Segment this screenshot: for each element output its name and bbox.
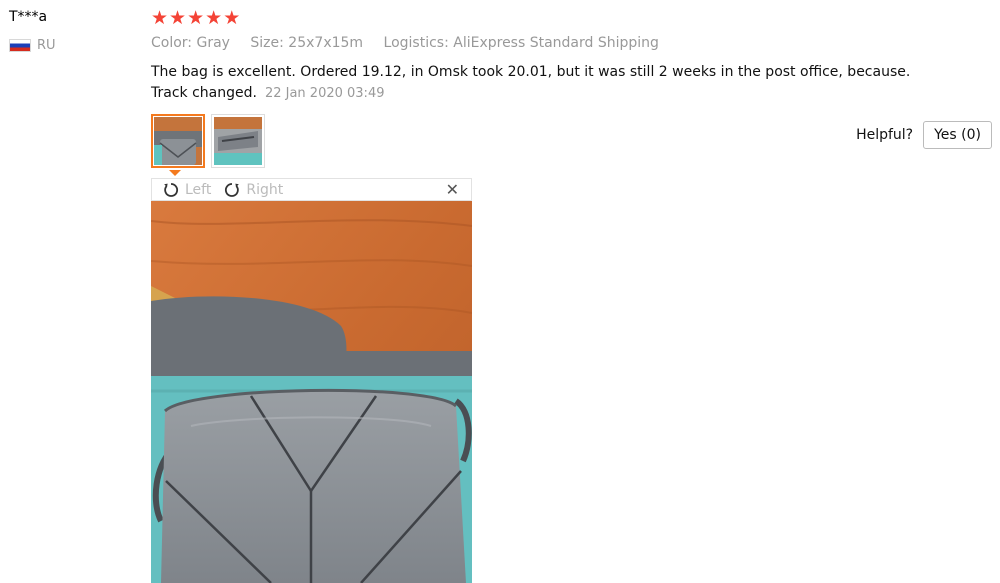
star-icon: ★ [187, 7, 205, 29]
gray-bag-photo [151, 201, 472, 583]
review-photo-large [151, 201, 472, 583]
attribute-color: Color: Gray [151, 35, 230, 51]
review-photo-thumbnails [151, 114, 265, 168]
rotate-left-button[interactable]: Left [162, 181, 211, 199]
bag-detail-thumbnail-image [214, 117, 262, 165]
bag-photo-thumbnail-image [154, 117, 202, 165]
helpful-label: Helpful? [856, 127, 914, 143]
rotate-right-icon [225, 182, 240, 197]
rotate-left-label: Left [185, 181, 212, 198]
order-attributes: Color: Gray Size: 25x7x15m Logistics: Al… [151, 35, 675, 51]
star-icon: ★ [205, 7, 223, 29]
review-body: The bag is excellent. Ordered 19.12, in … [151, 62, 951, 104]
helpful-section: Helpful? Yes (0) [856, 121, 992, 149]
active-thumbnail-indicator [169, 170, 181, 176]
star-rating: ★ ★ ★ ★ ★ [151, 6, 240, 30]
rotate-right-label: Right [246, 181, 284, 198]
close-icon[interactable]: ✕ [446, 180, 459, 200]
attribute-size: Size: 25x7x15m [250, 35, 364, 51]
star-icon: ★ [169, 7, 187, 29]
rotate-right-button[interactable]: Right [223, 181, 283, 199]
attribute-logistics: Logistics: AliExpress Standard Shipping [383, 35, 659, 51]
helpful-yes-button[interactable]: Yes (0) [923, 121, 992, 149]
russia-flag-icon [9, 39, 31, 52]
photo-viewer-toolbar: Left Right ✕ [151, 178, 472, 201]
reviewer-name: T***a [9, 9, 48, 25]
rotate-left-icon [164, 182, 179, 197]
review-photo-thumbnail-2[interactable] [211, 114, 265, 168]
review-date: 22 Jan 2020 03:49 [264, 86, 385, 101]
review-photo-thumbnail-1[interactable] [151, 114, 205, 168]
country-code: RU [37, 38, 56, 53]
star-icon: ★ [151, 7, 169, 29]
star-icon: ★ [223, 7, 241, 29]
reviewer-country: RU [9, 38, 56, 53]
